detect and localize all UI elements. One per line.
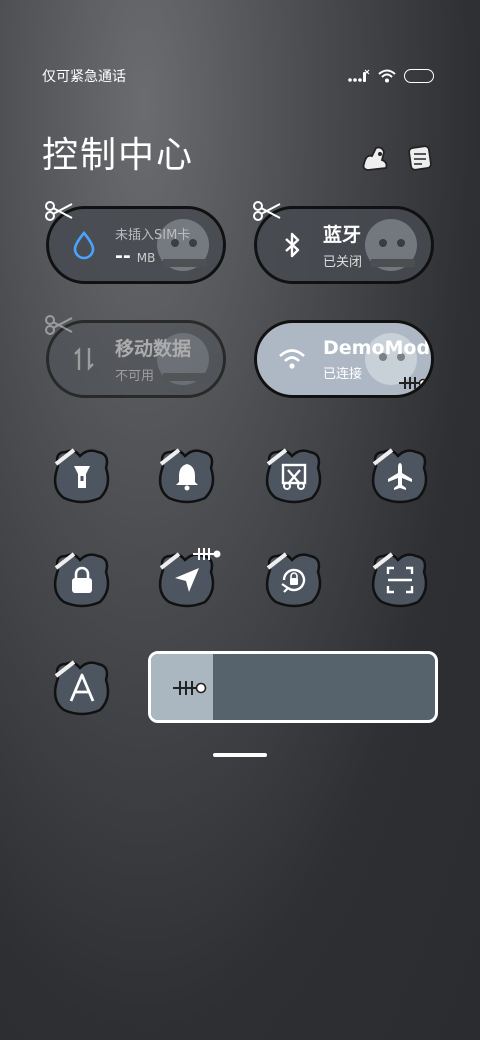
water-drop-icon xyxy=(73,230,95,260)
fish-bone-icon xyxy=(193,548,221,560)
location-tile[interactable] xyxy=(155,548,221,610)
mobile-data-label: 移动数据 xyxy=(115,338,192,360)
screenshot-tile[interactable] xyxy=(262,446,326,506)
auto-brightness-tile[interactable] xyxy=(50,658,114,718)
battery-icon xyxy=(404,69,434,83)
page-title: 控制中心 xyxy=(42,135,195,176)
data-usage-sim-status: 未插入SIM卡 xyxy=(115,227,191,243)
scissors-icon xyxy=(253,201,281,221)
mobile-data-icon xyxy=(74,347,94,371)
bluetooth-status: 已关闭 xyxy=(323,255,363,270)
wifi-network-name: DemoMod xyxy=(323,336,431,359)
brightness-slider[interactable] xyxy=(148,651,438,723)
ringer-tile[interactable] xyxy=(155,446,219,506)
bluetooth-icon xyxy=(285,232,300,258)
data-usage-unit: MB xyxy=(136,250,156,265)
rotate-icon xyxy=(281,568,306,593)
airplane-mode-tile[interactable] xyxy=(368,446,432,506)
auto-brightness-icon xyxy=(69,673,95,702)
wifi-tile[interactable]: DemoMod 已连接 xyxy=(254,320,434,398)
drag-handle[interactable] xyxy=(213,753,267,757)
airplane-icon xyxy=(388,463,412,490)
scissors-icon xyxy=(45,315,73,335)
edit-icon[interactable] xyxy=(360,142,392,174)
location-icon xyxy=(175,568,199,592)
scan-icon xyxy=(386,566,414,594)
signal-icon xyxy=(348,69,370,82)
lock-icon xyxy=(72,566,92,593)
scissors-icon xyxy=(45,201,73,221)
carrier-status-text: 仅可紧急通话 xyxy=(42,69,126,85)
scanner-tile[interactable] xyxy=(368,550,432,610)
wifi-icon xyxy=(378,69,396,83)
auto-rotate-tile[interactable] xyxy=(262,550,326,610)
wifi-icon xyxy=(279,349,305,369)
status-bar: 仅可紧急通话 xyxy=(42,64,434,88)
flashlight-tile[interactable] xyxy=(50,446,114,506)
fish-bone-icon xyxy=(399,377,427,389)
settings-icon[interactable] xyxy=(404,142,436,174)
data-usage-value: -- xyxy=(115,244,131,267)
fish-bone-icon xyxy=(173,681,207,695)
flashlight-icon xyxy=(74,466,90,488)
bluetooth-label: 蓝牙 xyxy=(323,224,362,246)
status-icons xyxy=(348,69,434,83)
bell-icon xyxy=(176,464,198,491)
mobile-data-status: 不可用 xyxy=(115,369,155,384)
screenshot-icon xyxy=(281,463,307,490)
lock-screen-tile[interactable] xyxy=(50,550,114,610)
